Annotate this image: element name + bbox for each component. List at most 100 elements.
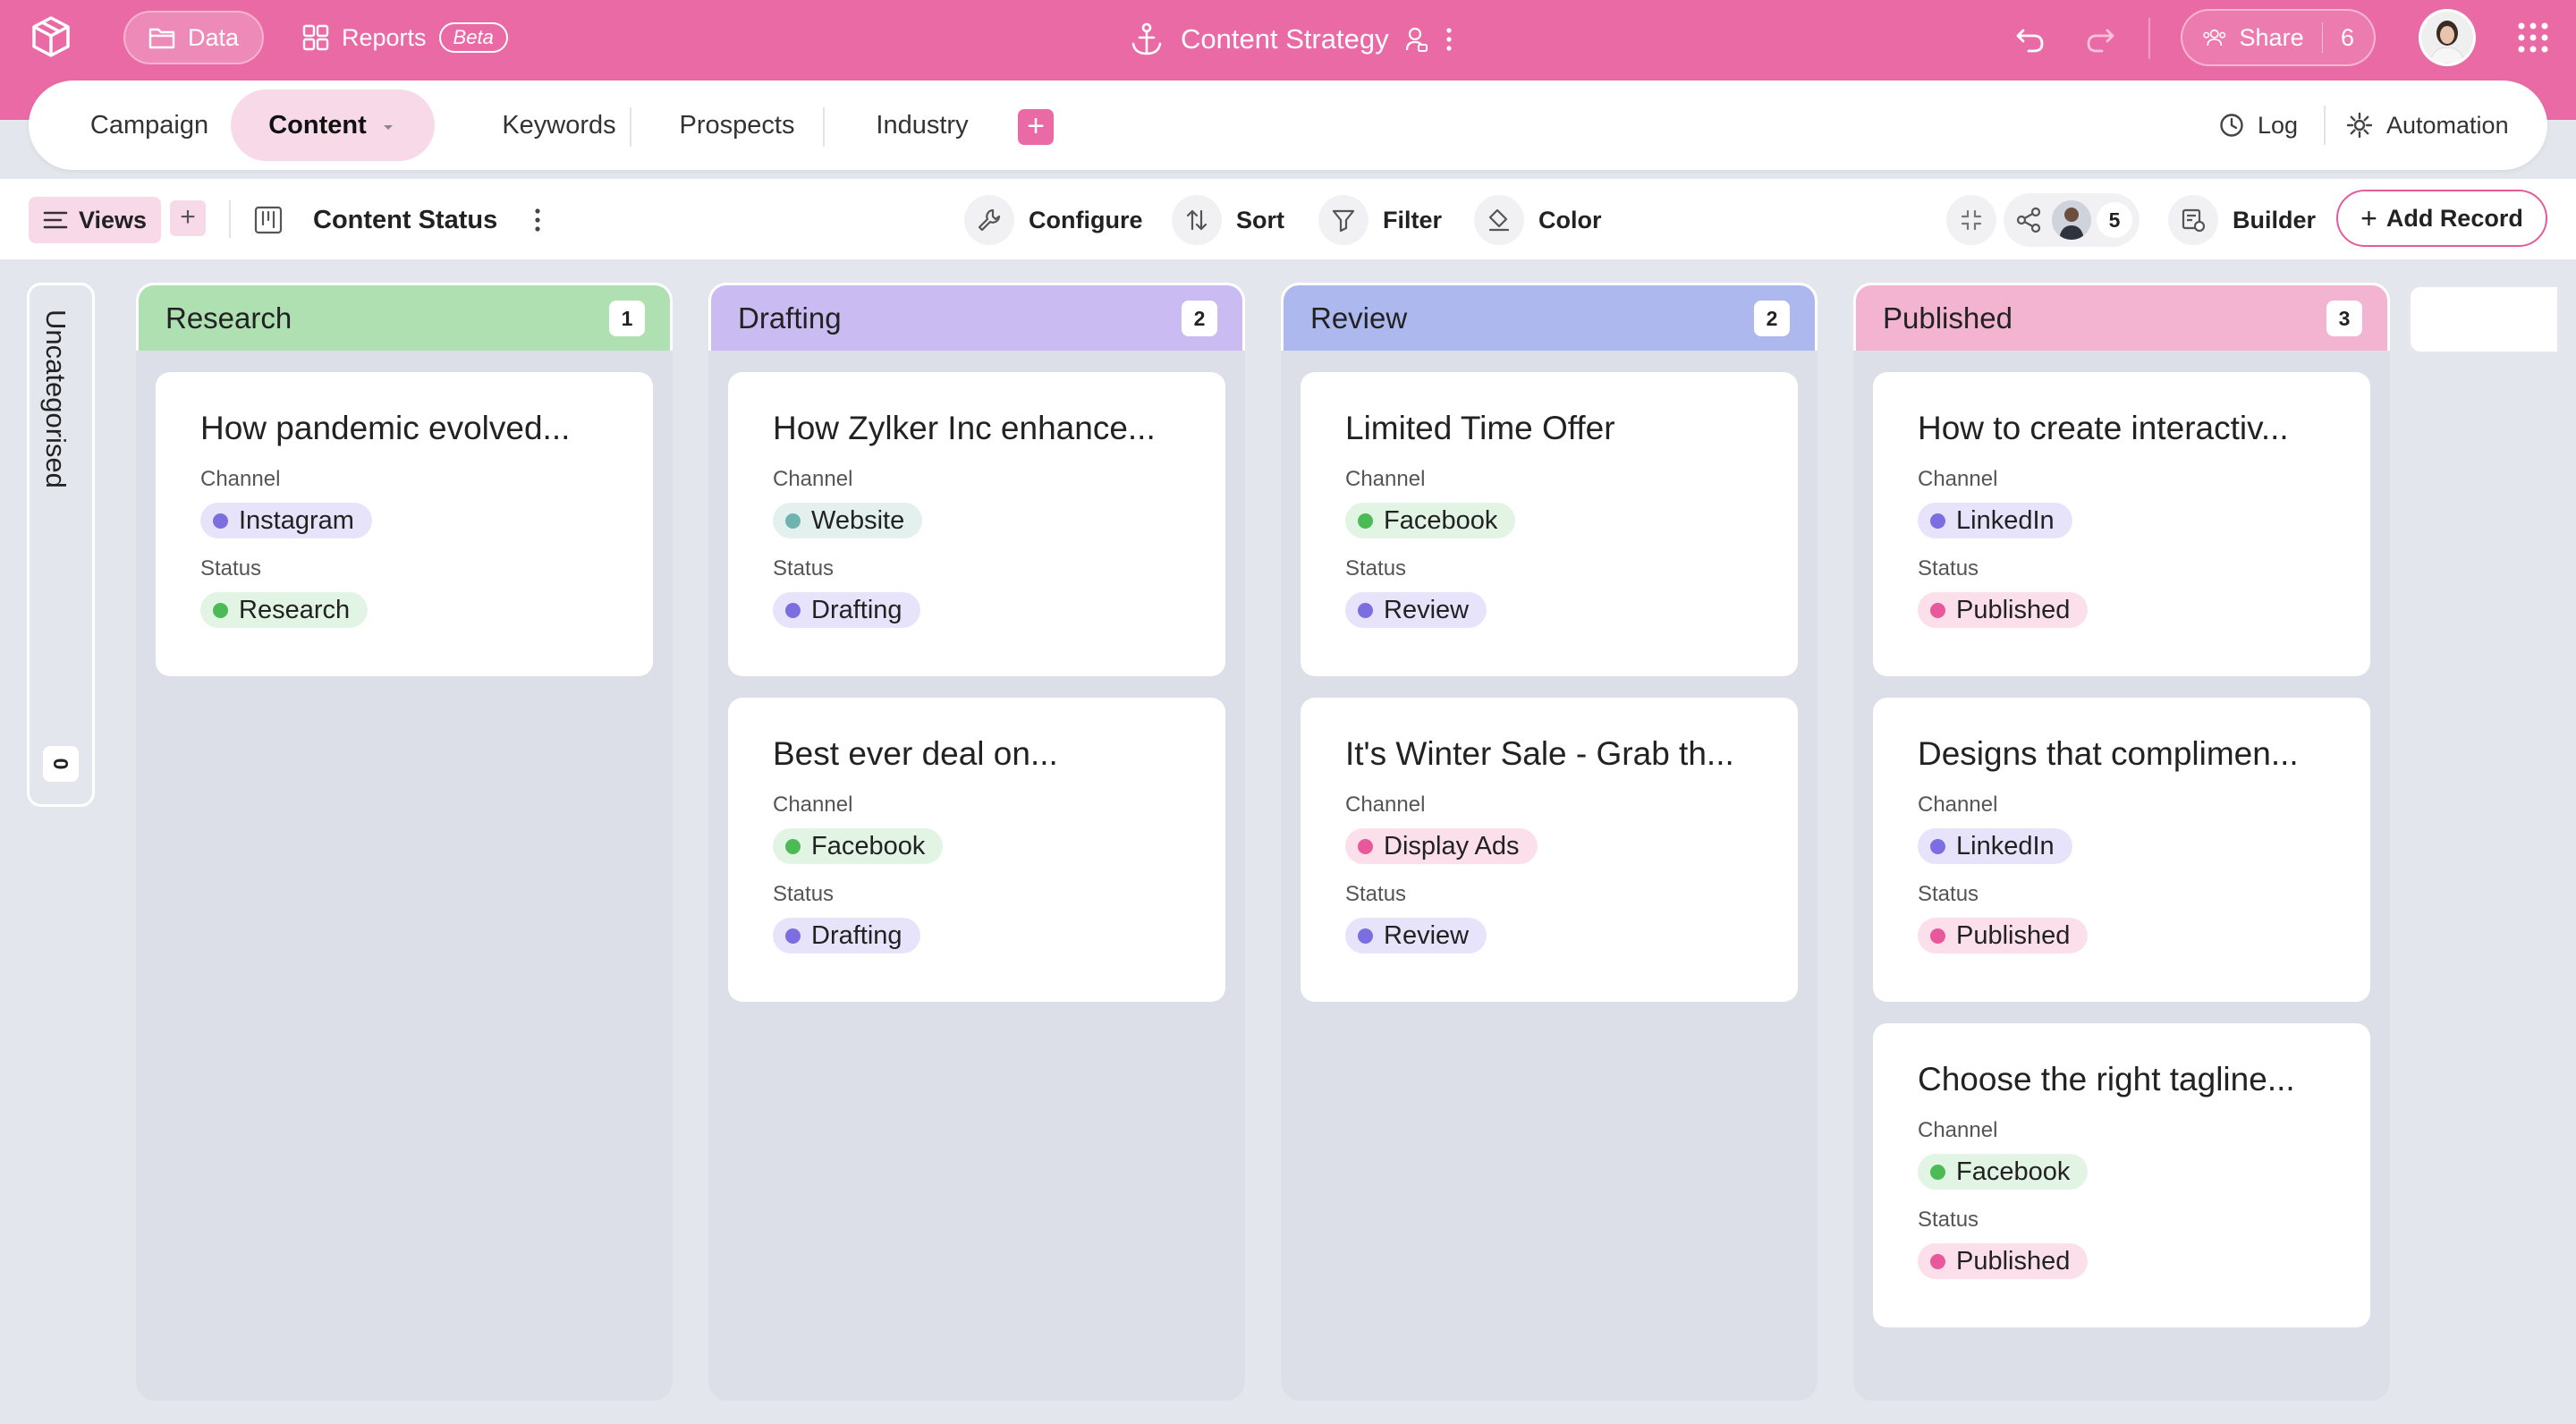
status-dot-icon xyxy=(213,602,228,618)
channel-chip: LinkedIn xyxy=(1918,828,2072,864)
uncategorised-label: Uncategorised xyxy=(40,309,72,488)
app-logo-icon[interactable] xyxy=(27,13,75,61)
add-view-button[interactable]: + xyxy=(170,200,206,236)
sort-label: Sort xyxy=(1236,206,1284,233)
channel-chip-label: Website xyxy=(811,505,905,535)
column-title: Drafting xyxy=(738,301,842,335)
tab-industry[interactable]: Industry xyxy=(839,89,1005,161)
tab-prospects[interactable]: Prospects xyxy=(648,89,826,161)
channel-chip-label: Display Ads xyxy=(1384,831,1520,860)
status-field-label: Status xyxy=(773,556,835,581)
column-header[interactable]: Research 1 xyxy=(136,283,673,351)
status-chip: Review xyxy=(1345,918,1487,954)
data-nav-button[interactable]: Data xyxy=(123,11,265,64)
views-button[interactable]: Views xyxy=(29,197,162,243)
compress-icon[interactable] xyxy=(1946,195,1996,245)
share-label: Share xyxy=(2239,23,2304,51)
status-dot-icon xyxy=(785,602,801,618)
card-title: How pandemic evolved... xyxy=(200,410,571,446)
card-title: How to create interactiv... xyxy=(1918,410,2289,446)
status-chip-label: Drafting xyxy=(811,920,902,950)
collaboration-tools: 5 xyxy=(1946,193,2140,247)
status-field-label: Status xyxy=(773,882,835,906)
log-button[interactable]: Log xyxy=(2218,102,2298,148)
menu-icon xyxy=(43,211,68,229)
redo-icon[interactable] xyxy=(2082,20,2118,55)
paint-bucket-icon xyxy=(1474,195,1524,245)
tab-label: Content xyxy=(268,110,367,140)
add-record-button[interactable]: + Add Record xyxy=(2336,190,2547,247)
record-card[interactable]: Limited Time Offer Channel Facebook Stat… xyxy=(1301,372,1798,676)
channel-field-label: Channel xyxy=(1918,467,1998,491)
view-selector[interactable]: Content Status xyxy=(254,195,542,245)
sort-button[interactable]: Sort xyxy=(1172,195,1284,245)
status-dot-icon xyxy=(1930,838,1945,854)
column-header[interactable]: Drafting 2 xyxy=(708,283,1245,351)
record-card[interactable]: Choose the right tagline... Channel Face… xyxy=(1873,1023,2370,1327)
more-vertical-icon[interactable] xyxy=(533,207,542,233)
channel-chip: Facebook xyxy=(773,828,944,864)
status-chip-label: Published xyxy=(1956,595,2071,624)
add-table-button[interactable]: + xyxy=(1018,109,1054,145)
status-dot-icon xyxy=(1930,1253,1945,1269)
column-header[interactable]: Review 2 xyxy=(1281,283,1818,351)
uncategorised-count: 0 xyxy=(43,746,79,782)
record-card[interactable]: How to create interactiv... Channel Link… xyxy=(1873,372,2370,676)
tab-campaign[interactable]: Campaign xyxy=(55,89,243,161)
status-field-label: Status xyxy=(1918,1208,1979,1232)
status-chip: Published xyxy=(1918,1243,2089,1279)
color-label: Color xyxy=(1538,206,1602,233)
automation-button[interactable]: Automation xyxy=(2345,102,2509,148)
channel-field-label: Channel xyxy=(200,467,281,491)
channel-chip: Facebook xyxy=(1345,503,1516,538)
column-header[interactable]: Published 3 xyxy=(1853,283,2390,351)
more-vertical-icon[interactable] xyxy=(1445,26,1453,53)
user-avatar[interactable] xyxy=(2419,9,2476,66)
status-chip-label: Review xyxy=(1384,920,1470,950)
share-count: 6 xyxy=(2340,23,2354,51)
card-title: Designs that complimen... xyxy=(1918,735,2299,772)
builder-icon xyxy=(2168,195,2218,245)
tab-label: Campaign xyxy=(89,110,209,140)
add-column-stub[interactable] xyxy=(2408,284,2560,354)
record-card[interactable]: How Zylker Inc enhance... Channel Websit… xyxy=(728,372,1225,676)
tab-separator xyxy=(630,107,631,147)
channel-chip-label: Facebook xyxy=(1956,1157,2071,1186)
filter-button[interactable]: Filter xyxy=(1318,195,1442,245)
share-button[interactable]: Share 6 xyxy=(2181,9,2376,66)
record-card[interactable]: Designs that complimen... Channel Linked… xyxy=(1873,698,2370,1002)
status-dot-icon xyxy=(1358,602,1373,618)
column-count: 1 xyxy=(609,300,645,336)
column-review: Review 2 Limited Time Offer Channel Face… xyxy=(1281,283,1818,1401)
reports-nav-button[interactable]: Reports Beta xyxy=(279,11,531,64)
configure-button[interactable]: Configure xyxy=(964,195,1143,245)
status-chip: Research xyxy=(200,592,369,628)
apps-grid-icon[interactable] xyxy=(2517,21,2549,54)
column-count: 2 xyxy=(1182,300,1217,336)
undo-icon[interactable] xyxy=(2012,20,2048,55)
collaborators-pill[interactable]: 5 xyxy=(2004,193,2140,247)
user-lock-icon[interactable] xyxy=(1405,26,1428,53)
builder-button[interactable]: Builder xyxy=(2168,195,2316,245)
status-dot-icon xyxy=(213,513,228,529)
status-dot-icon xyxy=(1930,1164,1945,1180)
wrench-icon xyxy=(964,195,1014,245)
status-dot-icon xyxy=(1358,513,1373,529)
collaborator-count: 5 xyxy=(2097,202,2132,238)
table-tab-bar: Campaign Content Keywords Prospects Indu… xyxy=(29,81,2547,170)
caret-down-icon[interactable] xyxy=(379,122,397,134)
record-card[interactable]: It's Winter Sale - Grab th... Channel Di… xyxy=(1301,698,1798,1002)
tab-content[interactable]: Content xyxy=(231,89,435,161)
channel-field-label: Channel xyxy=(773,793,853,817)
color-button[interactable]: Color xyxy=(1474,195,1602,245)
collaborator-avatar xyxy=(2052,200,2091,240)
status-chip: Published xyxy=(1918,918,2089,954)
record-card[interactable]: Best ever deal on... Channel Facebook St… xyxy=(728,698,1225,1002)
card-title: How Zylker Inc enhance... xyxy=(773,410,1156,446)
record-card[interactable]: How pandemic evolved... Channel Instagra… xyxy=(156,372,653,676)
workspace-title[interactable]: Content Strategy xyxy=(1181,23,1389,55)
status-dot-icon xyxy=(1358,838,1373,854)
column-research: Research 1 How pandemic evolved... Chann… xyxy=(136,283,673,1401)
channel-field-label: Channel xyxy=(1918,793,1998,817)
status-dot-icon xyxy=(785,513,801,529)
